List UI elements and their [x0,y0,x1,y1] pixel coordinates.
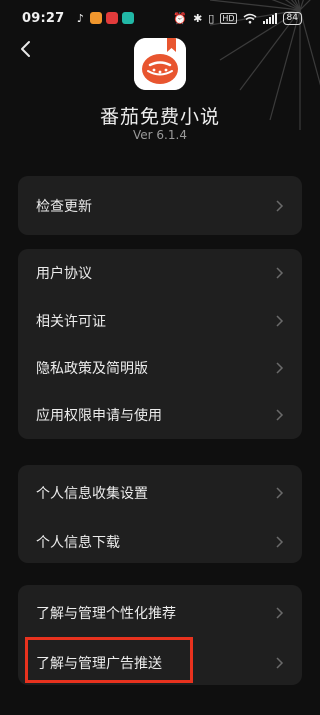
ad-push-management-item[interactable]: 了解与管理广告推送 [18,640,302,685]
notification-app-icon-orange [90,12,103,24]
alarm-icon: ⏰ [173,11,188,25]
chevron-left-icon [21,41,30,57]
check-update-label: 检查更新 [36,198,92,215]
chevron-right-icon [276,606,284,619]
personal-info-download-item[interactable]: 个人信息下载 [18,520,302,563]
chevron-right-icon [276,486,284,499]
personalized-recommendation-label: 了解与管理个性化推荐 [36,605,176,622]
user-agreement-item[interactable]: 用户协议 [18,249,302,297]
licenses-item[interactable]: 相关许可证 [18,297,302,344]
chevron-right-icon [276,361,284,374]
personal-info-collection-label: 个人信息收集设置 [36,485,148,502]
settings-group-legal: 用户协议 相关许可证 隐私政策及简明版 应用权限申请与使用 [18,249,302,439]
wifi-icon [243,13,257,23]
chevron-right-icon [276,314,284,327]
check-update-item[interactable]: 检查更新 [18,176,302,235]
tiktok-icon: ♪ [76,11,84,25]
back-button[interactable] [12,36,38,62]
battery-indicator: 84 [282,11,302,25]
chevron-right-icon [276,199,284,212]
licenses-label: 相关许可证 [36,313,106,330]
app-permissions-label: 应用权限申请与使用 [36,408,162,424]
chevron-right-icon [276,409,284,421]
bluetooth-icon: ✱ [193,11,203,25]
chevron-right-icon [276,535,284,548]
status-time: 09:27 [22,10,65,26]
status-notification-icons: ♪ [74,11,135,25]
personal-info-download-label: 个人信息下载 [36,534,120,551]
ad-push-management-label: 了解与管理广告推送 [36,655,162,672]
app-name: 番茄免费小说 [99,106,220,128]
app-permissions-item[interactable]: 应用权限申请与使用 [18,391,302,439]
app-logo [134,38,186,90]
notification-app-icon-teal [122,12,135,24]
user-agreement-label: 用户协议 [36,266,92,282]
settings-group-update: 检查更新 [18,176,302,235]
tomato-logo-icon [134,38,186,90]
personal-info-collection-item[interactable]: 个人信息收集设置 [18,465,302,520]
privacy-policy-item[interactable]: 隐私政策及简明版 [18,344,302,391]
privacy-policy-label: 隐私政策及简明版 [36,360,148,377]
status-bar: 09:27 ♪ ⏰ ✱ ▯ HD 84 [0,0,320,36]
app-version: Ver 6.1.4 [133,128,187,142]
personalized-recommendation-item[interactable]: 了解与管理个性化推荐 [18,585,302,640]
settings-group-recommendation: 了解与管理个性化推荐 了解与管理广告推送 [18,585,302,685]
signal-icon [262,12,277,24]
status-system-icons: ⏰ ✱ ▯ HD 84 [173,11,302,25]
settings-group-personal-info: 个人信息收集设置 个人信息下载 [18,465,302,563]
chevron-right-icon [276,267,284,279]
chevron-right-icon [276,656,284,669]
vibrate-icon: ▯ [208,11,215,25]
notification-app-icon-red [106,12,119,24]
hd-icon: HD [220,12,237,24]
